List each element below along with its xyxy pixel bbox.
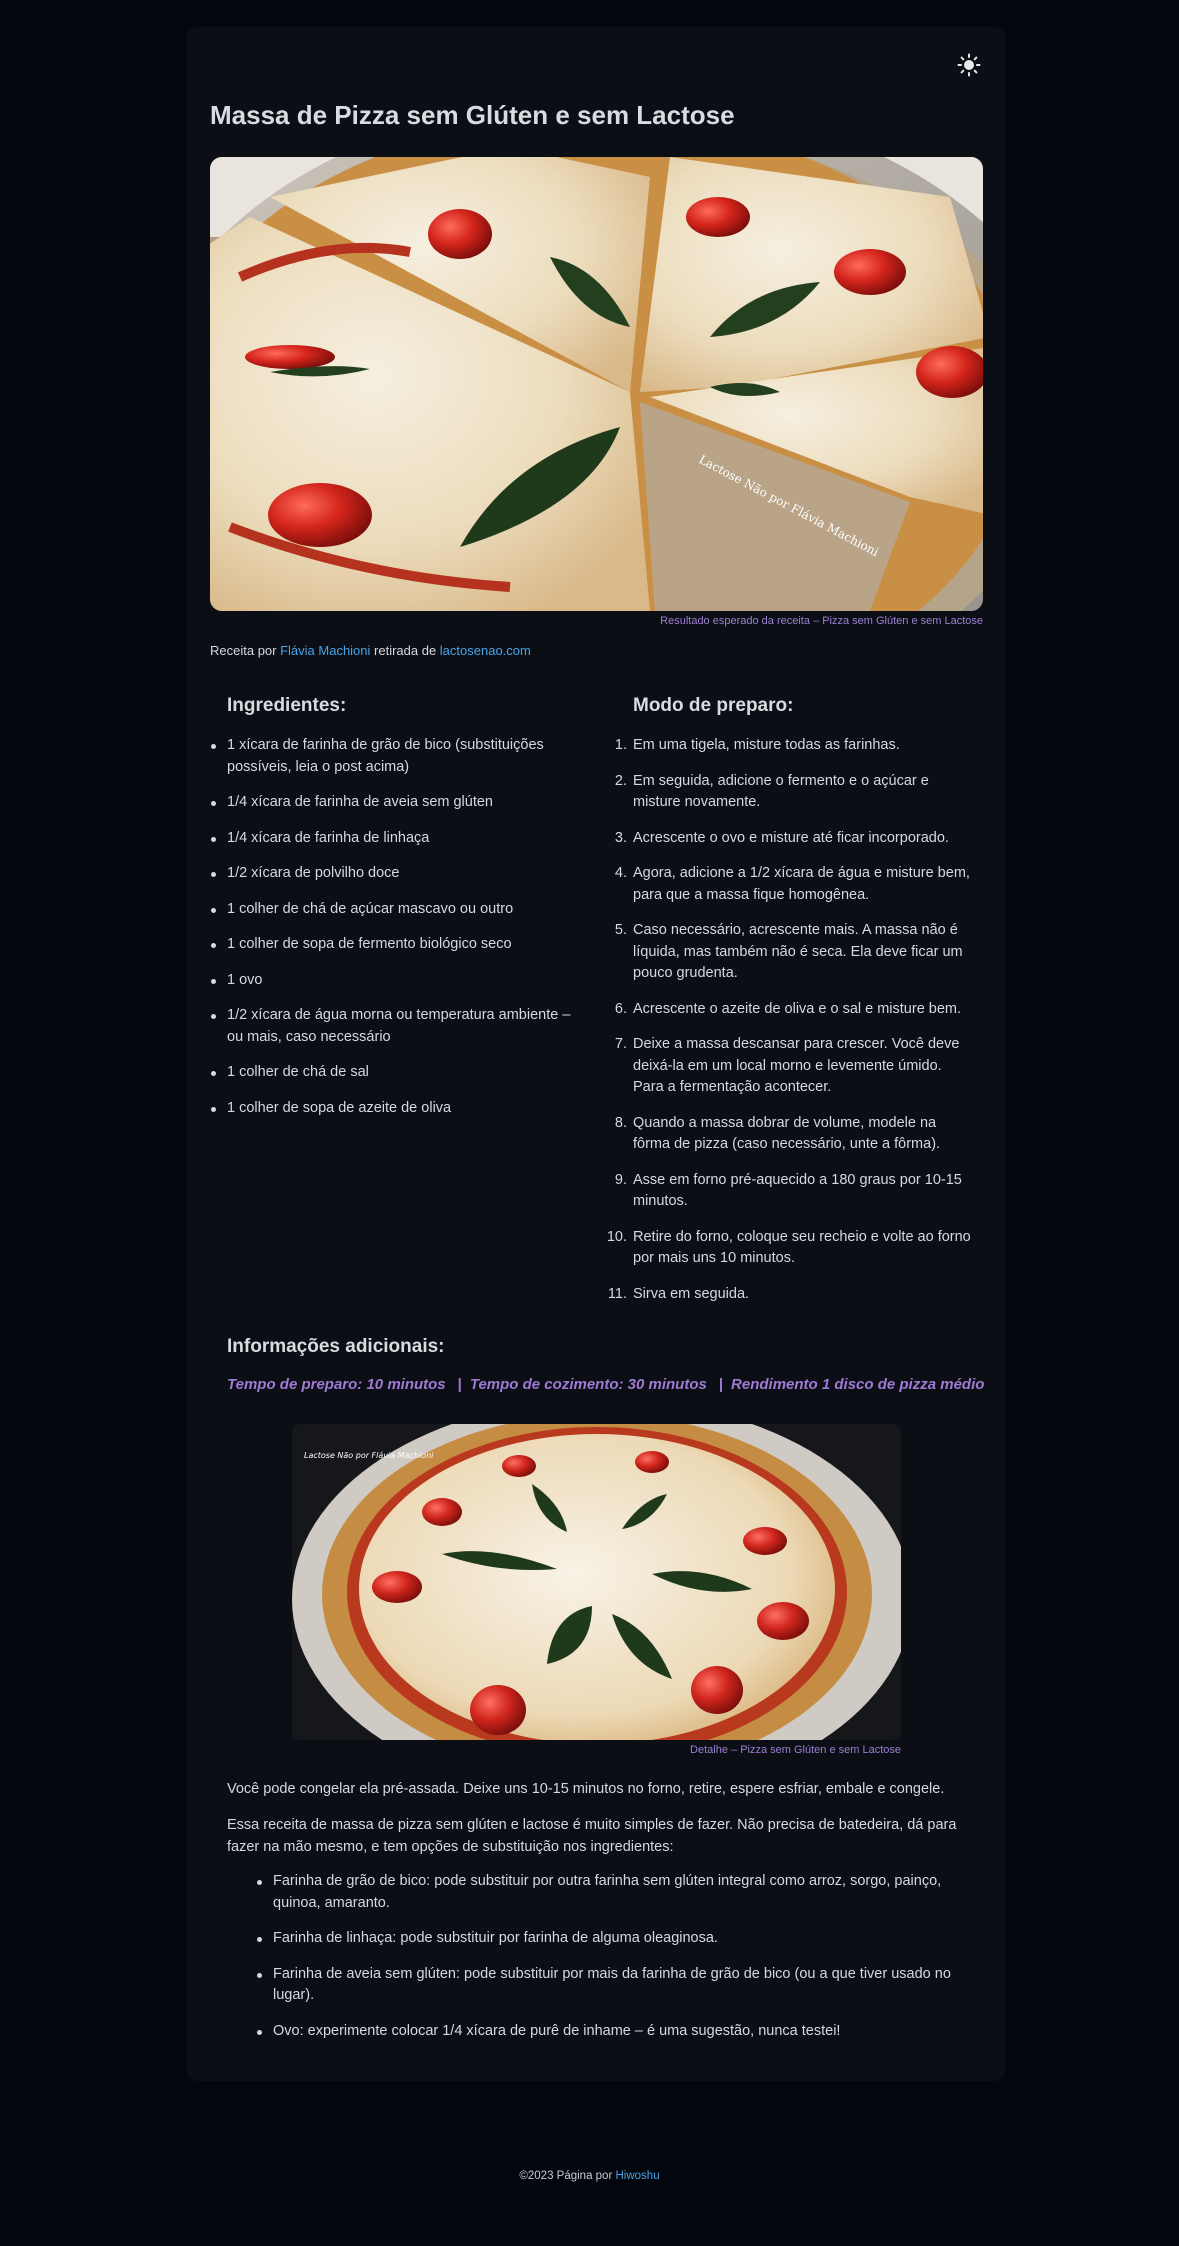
recipe-credit: Receita por Flávia Machioni retirada de … <box>210 643 531 658</box>
ingredients-list: 1 xícara de farinha de grão de bico (sub… <box>211 735 577 1120</box>
detail-caption: Detalhe – Pizza sem Glúten e sem Lactose <box>690 1744 901 1756</box>
detail-pizza-photo: Lactose Não por Flávia Machioni <box>292 1424 901 1740</box>
info-line: Tempo de preparo: 10 minutos | Tempo de co… <box>227 1376 985 1393</box>
footer-author-link[interactable]: Hiwoshu <box>615 2170 659 2182</box>
step-number: 1. <box>614 737 627 753</box>
step-number: 3. <box>614 829 627 846</box>
detail-watermark: Lactose Não por Flávia Machioni <box>304 1451 434 1460</box>
substitutions-list: Farinha de grão de bico: pode substituir… <box>257 1871 967 2056</box>
step-text: Retire do forno, coloque seu recheio e v… <box>633 1228 971 1267</box>
step-text: Agora, adicione a 1/2 xícara de água e m… <box>633 865 970 903</box>
preparation-step: 2. Em seguida, adicione o fermento e o aç… <box>615 771 973 814</box>
preparation-list: 1. Em uma tigela, misture todas as farinh… <box>607 735 973 1306</box>
preparation-step: 6. Acrescente o azeite de oliva e o sal e… <box>615 999 973 1021</box>
preparation-step: 9. Asse em forno pré-aquecido a 180 graus… <box>615 1170 973 1213</box>
step-text: Quando a massa dobrar de volume, modele … <box>633 1114 941 1153</box>
ingredient-item: 1 colher de chá de sal <box>211 1062 577 1084</box>
step-text: Sirva em seguida. <box>633 1285 750 1302</box>
ingredients-heading: Ingredientes: <box>227 695 347 716</box>
step-text: Deixe a massa descansar para crescer. Vo… <box>633 1036 960 1095</box>
preparation-step: 1. Em uma tigela, misture todas as farinh… <box>615 735 973 757</box>
substitution-item: Farinha de grão de bico: pode substituir… <box>257 1871 967 1914</box>
hero-pizza-photo: Lactose Não por Flávia Machioni <box>210 157 983 611</box>
hero-caption: Resultado esperado da receita – Pizza se… <box>660 615 983 627</box>
step-number: 8. <box>614 1114 627 1131</box>
preparation-step: 11. Sirva em seguida. <box>608 1284 973 1306</box>
step-number: 11. <box>607 1285 627 1302</box>
preparation-step: 7. Deixe a massa descansar para crescer. … <box>615 1034 973 1099</box>
sun-icon <box>957 53 981 77</box>
ingredient-item: 1/2 xícara de água morna ou temperatura … <box>211 1005 577 1048</box>
step-text: Acrescente o azeite de oliva e o sal e m… <box>633 1000 962 1017</box>
cook-time: Tempo de cozimento: 30 minutos <box>469 1376 707 1393</box>
step-number: 6. <box>614 1000 627 1017</box>
ingredient-item: 1/4 xícara de farinha de linhaça <box>211 828 577 850</box>
page-title: Massa de Pizza sem Glúten e sem Lactose <box>210 100 735 130</box>
ingredient-item: 1 ovo <box>211 970 577 992</box>
step-text: Em uma tigela, misture todas as farinhas… <box>633 737 900 753</box>
preparation-step: 5. Caso necessário, acrescente mais. A ma… <box>615 920 973 985</box>
step-text: Em seguida, adicione o fermento e o açúc… <box>633 772 929 811</box>
preparation-step: 3. Acrescente o ovo e misture até ficar i… <box>615 828 973 850</box>
step-number: 4. <box>614 865 627 881</box>
step-number: 7. <box>614 1036 627 1052</box>
ingredients-section: Ingredientes: 1 xícara de farinha de grã… <box>211 695 577 1133</box>
step-number: 5. <box>614 922 627 938</box>
preparation-section: Modo de preparo: 1. Em uma tigela, mistur… <box>607 695 973 1319</box>
preparation-heading: Modo de preparo: <box>633 695 794 716</box>
note-freeze: Você pode congelar ela pré-assada. Deixe… <box>227 1781 945 1797</box>
preparation-step: 8. Quando a massa dobrar de volume, model… <box>615 1113 973 1156</box>
yield: Rendimento 1 disco de pizza médio <box>731 1376 985 1393</box>
substitution-item: Farinha de aveia sem glúten: pode substi… <box>257 1964 967 2007</box>
ingredient-item: 1/2 xícara de polvilho doce <box>211 863 577 885</box>
ingredient-item: 1 colher de sopa de fermento biológico s… <box>211 934 577 956</box>
ingredient-item: 1 xícara de farinha de grão de bico (sub… <box>211 735 577 778</box>
preparation-step: 10. Retire do forno, coloque seu recheio … <box>607 1227 973 1270</box>
step-number: 2. <box>614 772 627 789</box>
note-simple: Essa receita de massa de pizza sem glúte… <box>227 1817 957 1855</box>
step-number: 9. <box>614 1171 627 1188</box>
step-text: Acrescente o ovo e misture até ficar inc… <box>633 829 949 846</box>
footer: ©2023 Página por Hiwoshu <box>519 2170 660 2182</box>
step-text: Asse em forno pré-aquecido a 180 graus p… <box>633 1171 962 1210</box>
substitution-item: Farinha de linhaça: pode substituir por … <box>257 1928 967 1950</box>
info-heading: Informações adicionais: <box>227 1336 445 1357</box>
author-link[interactable]: Flávia Machioni <box>280 643 370 658</box>
ingredient-item: 1 colher de sopa de azeite de oliva <box>211 1098 577 1120</box>
theme-toggle-button[interactable] <box>956 52 982 78</box>
ingredient-item: 1/4 xícara de farinha de aveia sem glúte… <box>211 792 577 814</box>
step-text: Caso necessário, acrescente mais. A mass… <box>633 922 963 981</box>
substitution-item: Ovo: experimente colocar 1/4 xícara de p… <box>257 2021 967 2043</box>
step-number: 10. <box>606 1228 627 1245</box>
preparation-step: 4. Agora, adicione a 1/2 xícara de água e… <box>615 863 973 906</box>
ingredient-item: 1 colher de chá de açúcar mascavo ou out… <box>211 899 577 921</box>
source-link[interactable]: lactosenao.com <box>440 643 531 658</box>
prep-time: Tempo de preparo: 10 minutos <box>227 1376 446 1393</box>
